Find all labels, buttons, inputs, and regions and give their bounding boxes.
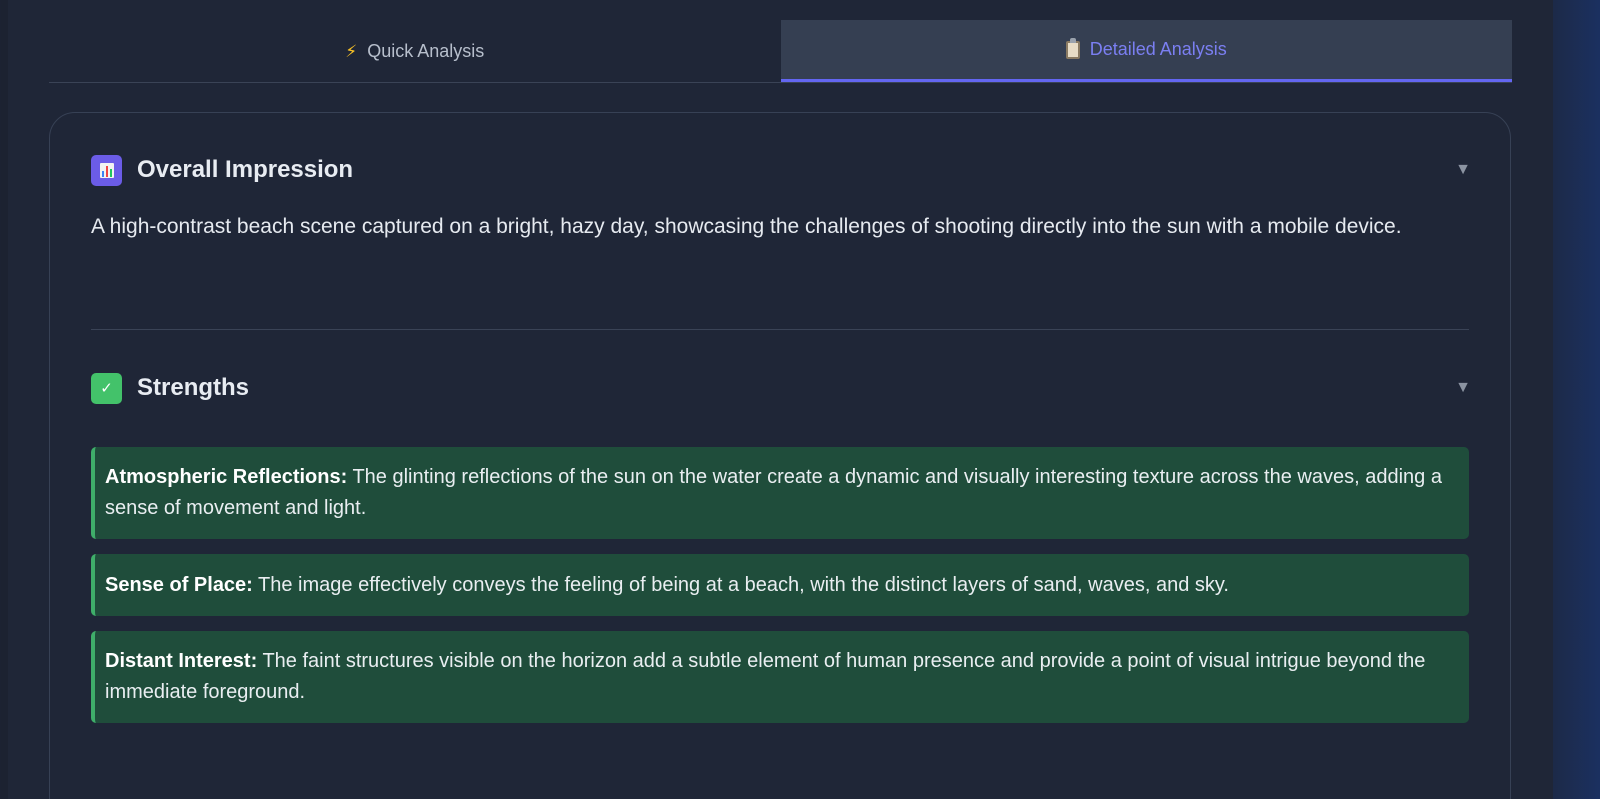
strength-label: Sense of Place: [105, 573, 253, 596]
analysis-tabs: ⚡ Quick Analysis Detailed Analysis [49, 20, 1512, 83]
tab-detailed-analysis-label: Detailed Analysis [1089, 39, 1227, 59]
strengths-header[interactable]: ✓ Strengths ▼ [91, 372, 1471, 404]
strength-label: Atmospheric Reflections: [105, 466, 348, 488]
strength-text: Atmospheric Reflections: The glinting re… [105, 462, 1451, 524]
overall-impression-title: Overall Impression [137, 156, 354, 183]
check-mark-icon: ✓ [91, 372, 122, 404]
strength-description: The faint structures visible on the hori… [105, 650, 1426, 703]
analysis-card: Overall Impression ▼ A high-contrast bea… [49, 112, 1511, 799]
strength-label: Distant Interest: [105, 650, 258, 672]
strength-item: Distant Interest: The faint structures v… [91, 631, 1469, 723]
tab-quick-analysis-label: Quick Analysis [367, 40, 485, 61]
strength-item: Atmospheric Reflections: The glinting re… [91, 447, 1469, 539]
background-edge [1553, 0, 1600, 799]
tab-quick-analysis[interactable]: ⚡ Quick Analysis [49, 20, 781, 82]
chevron-down-icon[interactable]: ▼ [1455, 379, 1471, 397]
tab-detailed-analysis[interactable]: Detailed Analysis [780, 20, 1512, 82]
strengths-title: Strengths [137, 374, 250, 401]
strength-text: Sense of Place: The image effectively co… [105, 570, 1229, 601]
overall-impression-header[interactable]: Overall Impression ▼ [91, 154, 1471, 186]
overall-impression-text: A high-contrast beach scene captured on … [91, 215, 1402, 238]
clipboard-icon [1065, 37, 1080, 59]
section-divider [91, 329, 1469, 330]
bar-chart-icon [91, 154, 122, 186]
strength-text: Distant Interest: The faint structures v… [105, 646, 1451, 708]
chevron-down-icon[interactable]: ▼ [1455, 161, 1471, 179]
lightning-icon: ⚡ [345, 41, 358, 61]
strength-item: Sense of Place: The image effectively co… [91, 554, 1469, 616]
strength-description: The image effectively conveys the feelin… [252, 573, 1229, 596]
